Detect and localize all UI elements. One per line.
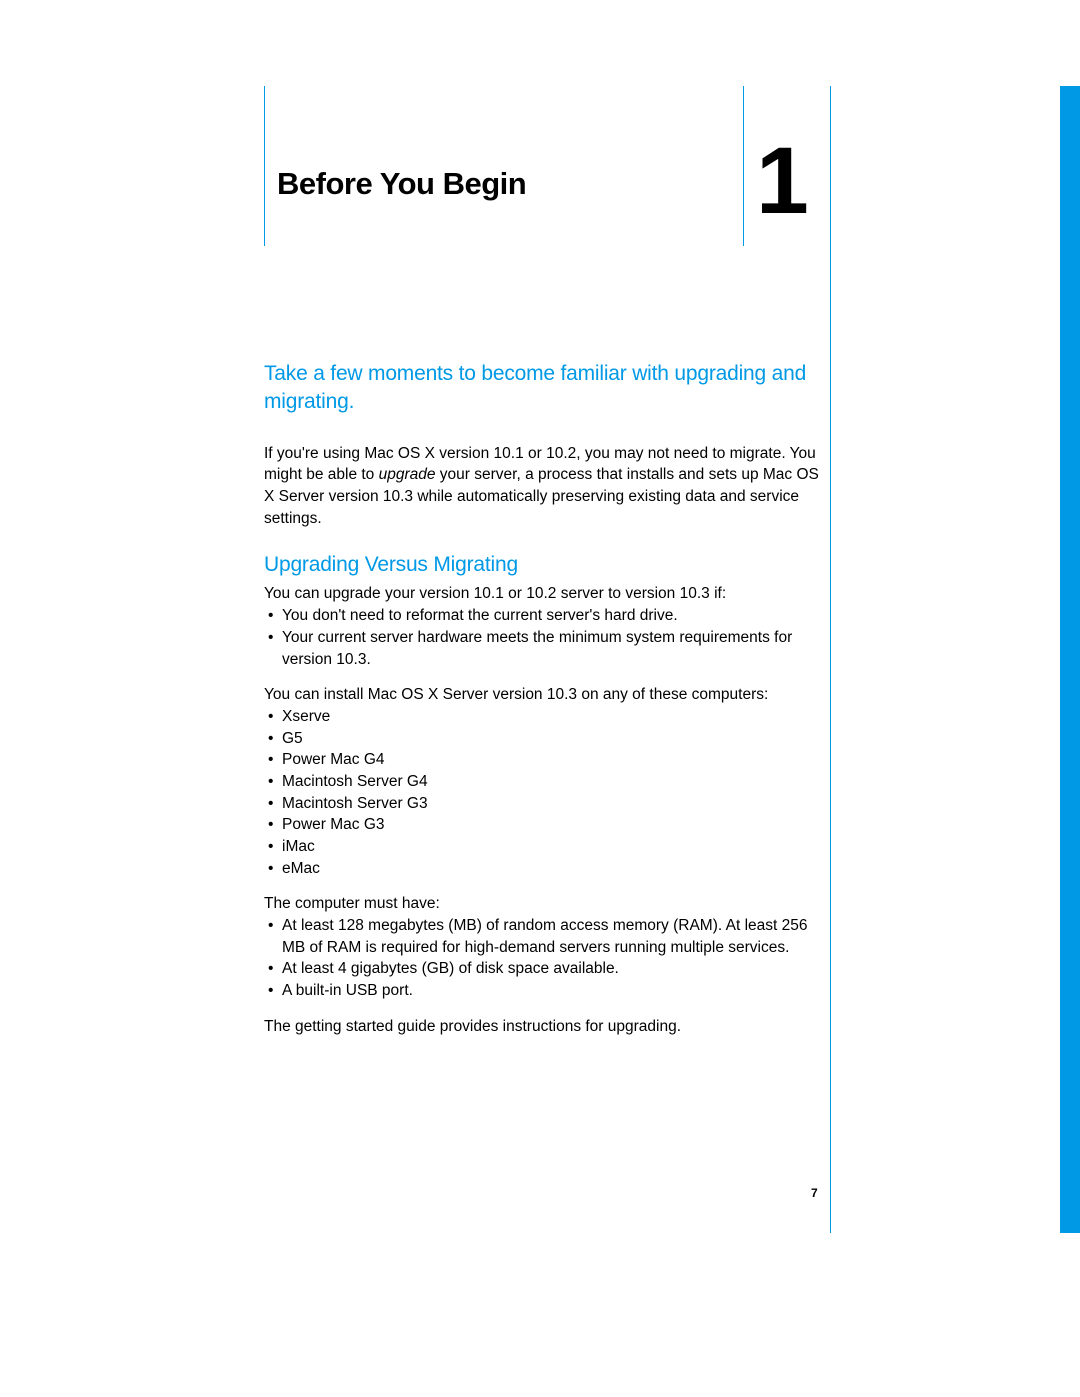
thumb-tab (1060, 86, 1080, 1233)
must-have-line: The computer must have: (264, 893, 822, 915)
intro-emphasis: upgrade (379, 466, 436, 483)
list-item: Xserve (264, 706, 822, 728)
intro-subtitle: Take a few moments to become familiar wi… (264, 360, 822, 417)
must-have-list: At least 128 megabytes (MB) of random ac… (264, 915, 822, 1002)
side-rule (830, 86, 831, 1233)
list-item: At least 4 gigabytes (GB) of disk space … (264, 958, 822, 980)
list-item: At least 128 megabytes (MB) of random ac… (264, 915, 822, 958)
intro-paragraph: If you're using Mac OS X version 10.1 or… (264, 443, 822, 530)
list-item: Your current server hardware meets the m… (264, 627, 822, 670)
installable-list: Xserve G5 Power Mac G4 Macintosh Server … (264, 706, 822, 880)
list-item: iMac (264, 836, 822, 858)
header-rule-left (264, 86, 265, 246)
header-rule-right (743, 86, 744, 246)
closing-line: The getting started guide provides instr… (264, 1016, 822, 1038)
upgrade-if-list: You don't need to reformat the current s… (264, 605, 822, 670)
list-item: Macintosh Server G3 (264, 793, 822, 815)
chapter-title: Before You Begin (277, 166, 526, 202)
page-number: 7 (811, 1186, 818, 1200)
list-item: Power Mac G4 (264, 749, 822, 771)
list-item: eMac (264, 858, 822, 880)
upgrade-if-group: You can upgrade your version 10.1 or 10.… (264, 583, 822, 1001)
list-item: G5 (264, 728, 822, 750)
list-item: Power Mac G3 (264, 814, 822, 836)
section-heading: Upgrading Versus Migrating (264, 553, 822, 577)
list-item: Macintosh Server G4 (264, 771, 822, 793)
list-item: A built-in USB port. (264, 980, 822, 1002)
list-item: You don't need to reformat the current s… (264, 605, 822, 627)
installable-line: You can install Mac OS X Server version … (264, 684, 822, 706)
chapter-number: 1 (756, 134, 809, 229)
upgrade-if-line: You can upgrade your version 10.1 or 10.… (264, 583, 822, 605)
content-area: Take a few moments to become familiar wi… (264, 360, 822, 1038)
